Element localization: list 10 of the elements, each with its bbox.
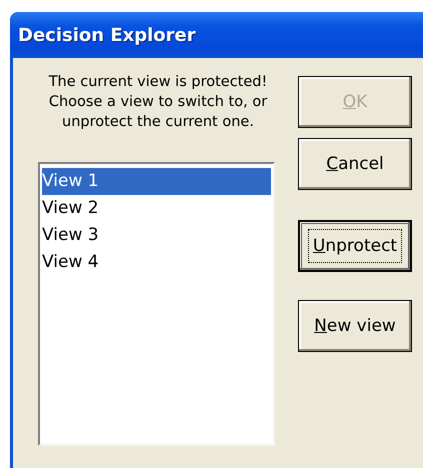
list-item[interactable]: View 2 [42, 195, 271, 222]
view-list[interactable]: View 1 View 2 View 3 View 4 [38, 162, 275, 446]
list-item[interactable]: View 3 [42, 222, 271, 249]
window-title: Decision Explorer [18, 24, 196, 46]
message-text: The current view is protected! Choose a view to switch to, or unprotect the current one. [48, 73, 268, 132]
dialog-button[interactable]: New view [298, 300, 412, 352]
list-item[interactable]: View 4 [42, 249, 271, 276]
dialog-button[interactable]: Unprotect [298, 220, 412, 272]
list-item[interactable]: View 1 [42, 168, 271, 195]
dialog-button[interactable]: Cancel [298, 138, 412, 190]
